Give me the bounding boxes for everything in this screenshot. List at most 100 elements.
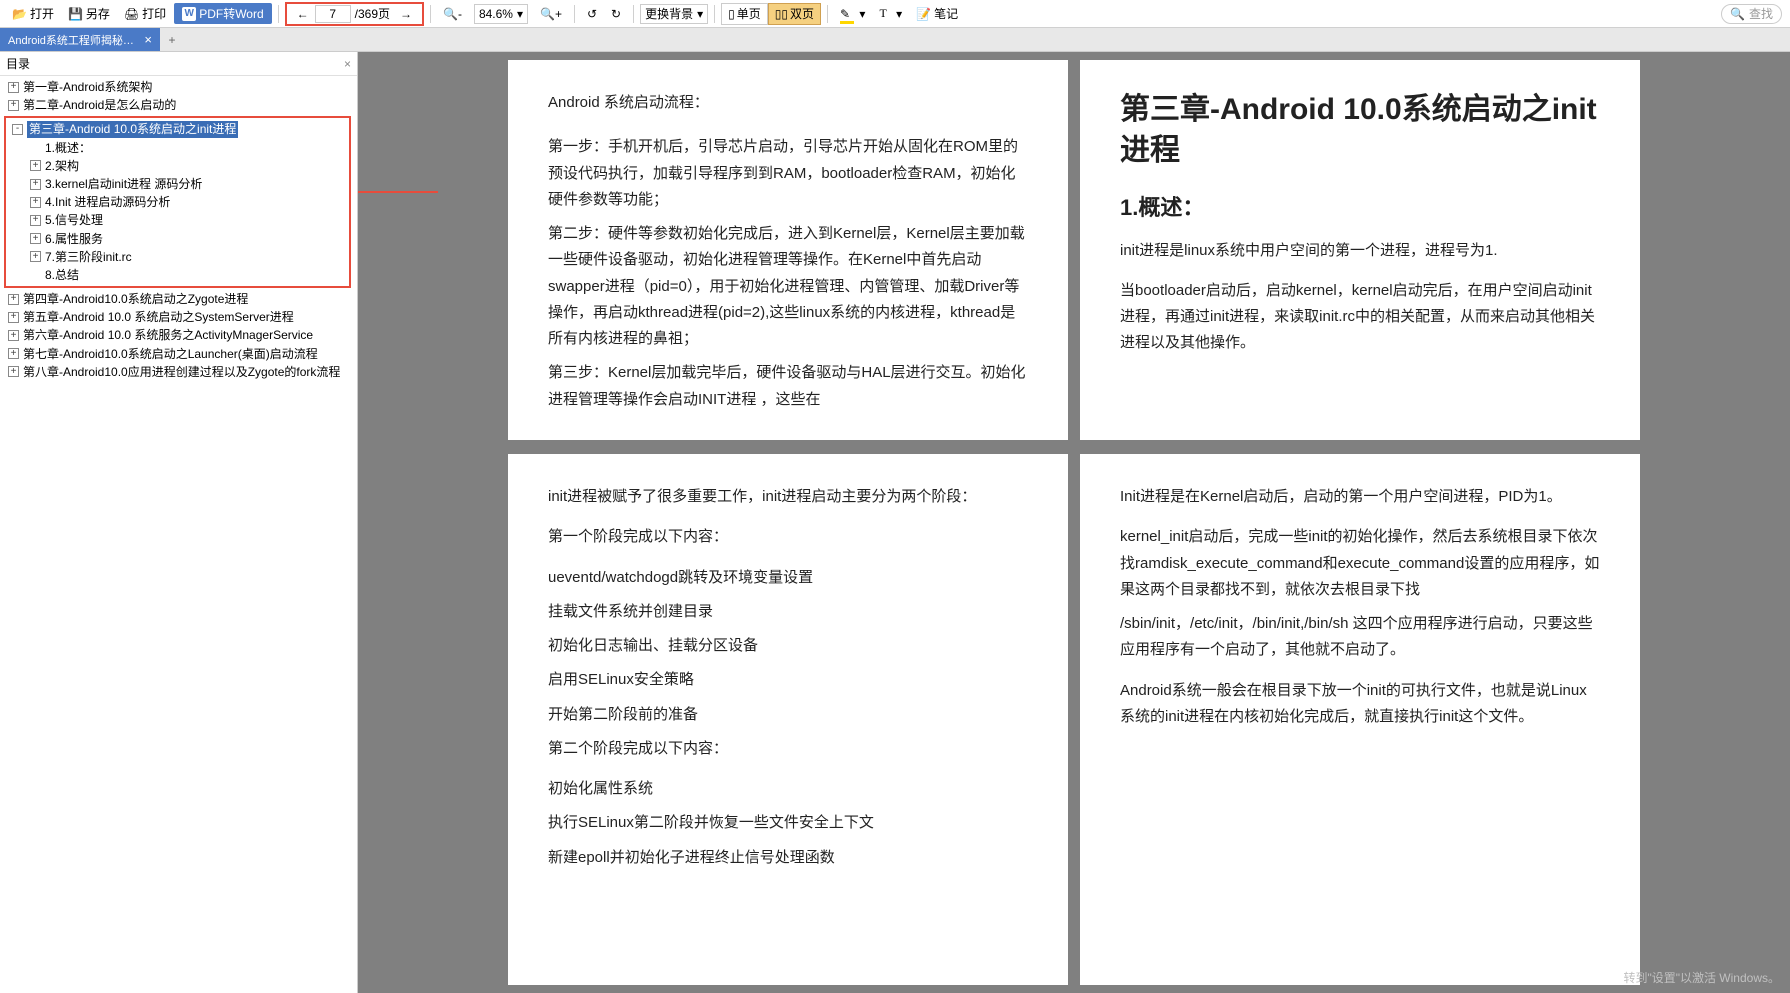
- annotation-arrow: [358, 182, 448, 205]
- toc-item[interactable]: +4.Init 进程启动源码分析: [8, 193, 347, 211]
- paragraph: 开始第二阶段前的准备: [548, 702, 1028, 728]
- paragraph: 第一步：手机开机后，引导芯片启动，引导芯片开始从固化在ROM里的预设代码执行，加…: [548, 134, 1028, 213]
- paragraph: 第二个阶段完成以下内容：: [548, 736, 1028, 762]
- single-page-button[interactable]: ▯单页: [721, 3, 768, 25]
- separator: [633, 5, 634, 23]
- toc-item[interactable]: + 第六章-Android 10.0 系统服务之ActivityMnagerSer…: [4, 326, 353, 344]
- expand-icon[interactable]: +: [8, 348, 19, 359]
- collapse-icon[interactable]: -: [12, 124, 23, 135]
- expand-icon[interactable]: +: [8, 82, 19, 93]
- toc-label: 第七章-Android10.0系统启动之Launcher(桌面)启动流程: [23, 346, 318, 362]
- toc-item[interactable]: + 第四章-Android10.0系统启动之Zygote进程: [4, 290, 353, 308]
- expand-icon[interactable]: +: [30, 160, 41, 171]
- print-button[interactable]: 🖨打印: [118, 3, 172, 25]
- section-heading: 1.概述：: [1120, 189, 1600, 228]
- search-input[interactable]: 🔍查找: [1721, 4, 1782, 24]
- expand-icon[interactable]: +: [8, 312, 19, 323]
- toc-label: 第三章-Android 10.0系统启动之init进程: [27, 121, 238, 137]
- toc-item-selected[interactable]: - 第三章-Android 10.0系统启动之init进程: [8, 120, 347, 138]
- zoom-controls: 🔍- 84.6%▾ 🔍+: [437, 3, 568, 25]
- paragraph: Android系统一般会在根目录下放一个init的可执行文件，也就是说Linux…: [1120, 678, 1600, 731]
- chapter-heading: 第三章-Android 10.0系统启动之init进程: [1120, 90, 1600, 171]
- toc-label: 3.kernel启动init进程 源码分析: [45, 176, 202, 192]
- expand-icon[interactable]: +: [8, 294, 19, 305]
- toc-item[interactable]: + 第二章-Android是怎么启动的: [4, 96, 353, 114]
- toc-item[interactable]: 8.总结: [8, 266, 347, 284]
- tab-add-button[interactable]: +: [160, 28, 184, 51]
- note-icon: 📝: [916, 7, 931, 21]
- paragraph: 初始化属性系统: [548, 776, 1028, 802]
- separator: [574, 5, 575, 23]
- expand-icon[interactable]: +: [8, 366, 19, 377]
- sidebar-close-button[interactable]: ×: [344, 57, 351, 71]
- rotate-cw-icon: ↻: [611, 7, 621, 21]
- separator: [827, 5, 828, 23]
- toc-item[interactable]: +第八章-Android10.0应用进程创建过程以及Zygote的fork流程: [4, 363, 353, 381]
- paragraph: 初始化日志输出、挂载分区设备: [548, 633, 1028, 659]
- pdf-to-word-button[interactable]: WPDF转Word: [174, 3, 271, 24]
- expand-icon[interactable]: +: [30, 251, 41, 262]
- background-select[interactable]: 更换背景▾: [640, 4, 708, 24]
- zoom-select[interactable]: 84.6%▾: [474, 4, 528, 24]
- next-page-button[interactable]: →: [394, 3, 418, 25]
- main: 目录 × +第一章-Android系统架构+第二章-Android是怎么启动的 …: [0, 52, 1790, 993]
- paragraph: 第一个阶段完成以下内容：: [548, 524, 1028, 550]
- toolbar: 📂打开 💾另存 🖨打印 WPDF转Word ← /369页 → 🔍- 84.6%…: [0, 0, 1790, 28]
- windows-activation-watermark: 转到"设置"以激活 Windows。: [1623, 970, 1780, 987]
- arrow-left-icon: ←: [297, 7, 309, 21]
- tab-close-button[interactable]: ×: [144, 32, 152, 47]
- sidebar-header: 目录 ×: [0, 52, 357, 76]
- toc-item[interactable]: +7.第三阶段init.rc: [8, 248, 347, 266]
- open-button[interactable]: 📂打开: [6, 3, 60, 25]
- separator: [430, 5, 431, 23]
- zoom-in-button[interactable]: 🔍+: [534, 3, 568, 25]
- double-page-icon: ▯▯: [775, 7, 788, 21]
- zoom-in-icon: 🔍+: [540, 7, 562, 21]
- rotate-ccw-icon: ↺: [587, 7, 597, 21]
- toc-label: 4.Init 进程启动源码分析: [45, 194, 170, 210]
- toc-item[interactable]: + 第七章-Android10.0系统启动之Launcher(桌面)启动流程: [4, 345, 353, 363]
- expand-icon[interactable]: +: [30, 179, 41, 190]
- pdf-page: Init进程是在Kernel启动后，启动的第一个用户空间进程，PID为1。 ke…: [1080, 454, 1640, 985]
- toc-label: 第五章-Android 10.0 系统启动之SystemServer进程: [23, 309, 294, 325]
- expand-icon[interactable]: +: [30, 233, 41, 244]
- paragraph: kernel_init启动后，完成一些init的初始化操作，然后去系统根目录下依…: [1120, 524, 1600, 603]
- sidebar: 目录 × +第一章-Android系统架构+第二章-Android是怎么启动的 …: [0, 52, 358, 993]
- expand-icon[interactable]: +: [30, 197, 41, 208]
- rotate-ccw-button[interactable]: ↺: [581, 3, 603, 25]
- text-icon: T: [879, 6, 886, 21]
- toc-label: 第四章-Android10.0系统启动之Zygote进程: [23, 291, 248, 307]
- double-page-button[interactable]: ▯▯双页: [768, 3, 821, 25]
- saveas-button[interactable]: 💾另存: [62, 3, 116, 25]
- zoom-out-button[interactable]: 🔍-: [437, 3, 468, 25]
- toc-item[interactable]: + 第五章-Android 10.0 系统启动之SystemServer进程: [4, 308, 353, 326]
- toc-label: 7.第三阶段init.rc: [45, 249, 132, 265]
- toc-label: 5.信号处理: [45, 212, 103, 228]
- document-viewport[interactable]: Android 系统启动流程： 第一步：手机开机后，引导芯片启动，引导芯片开始从…: [358, 52, 1790, 993]
- expand-icon[interactable]: +: [8, 330, 19, 341]
- toc-item[interactable]: 1.概述：: [8, 139, 347, 157]
- pdf-page: init进程被赋予了很多重要工作，init进程启动主要分为两个阶段： 第一个阶段…: [508, 454, 1068, 985]
- highlight-icon: ✎: [840, 7, 850, 21]
- toc-item[interactable]: +2.架构: [8, 157, 347, 175]
- toc-label: 第二章-Android是怎么启动的: [23, 97, 176, 113]
- prev-page-button[interactable]: ←: [291, 3, 315, 25]
- document-tab[interactable]: Android系统工程师揭秘Androi ×: [0, 28, 160, 51]
- paragraph: Android 系统启动流程：: [548, 90, 1028, 116]
- toc-item[interactable]: +第一章-Android系统架构: [4, 78, 353, 96]
- page-number-input[interactable]: [315, 5, 351, 23]
- toc-label: 第六章-Android 10.0 系统服务之ActivityMnagerServ…: [23, 327, 313, 343]
- chevron-down-icon: ▾: [697, 7, 703, 21]
- toc-item[interactable]: +3.kernel启动init进程 源码分析: [8, 175, 347, 193]
- print-icon: 🖨: [124, 7, 139, 21]
- rotate-cw-button[interactable]: ↻: [605, 3, 627, 25]
- toc-item[interactable]: +5.信号处理: [8, 211, 347, 229]
- highlight-color-button[interactable]: ✎ ▾: [834, 3, 871, 25]
- paragraph: 新建epoll并初始化子进程终止信号处理函数: [548, 845, 1028, 871]
- toc-item[interactable]: +6.属性服务: [8, 230, 347, 248]
- note-button[interactable]: 📝笔记: [910, 3, 964, 25]
- expand-icon[interactable]: +: [8, 100, 19, 111]
- view-mode-toggle: ▯单页 ▯▯双页: [721, 3, 821, 25]
- expand-icon[interactable]: +: [30, 215, 41, 226]
- text-tool-button[interactable]: T ▾: [873, 3, 908, 25]
